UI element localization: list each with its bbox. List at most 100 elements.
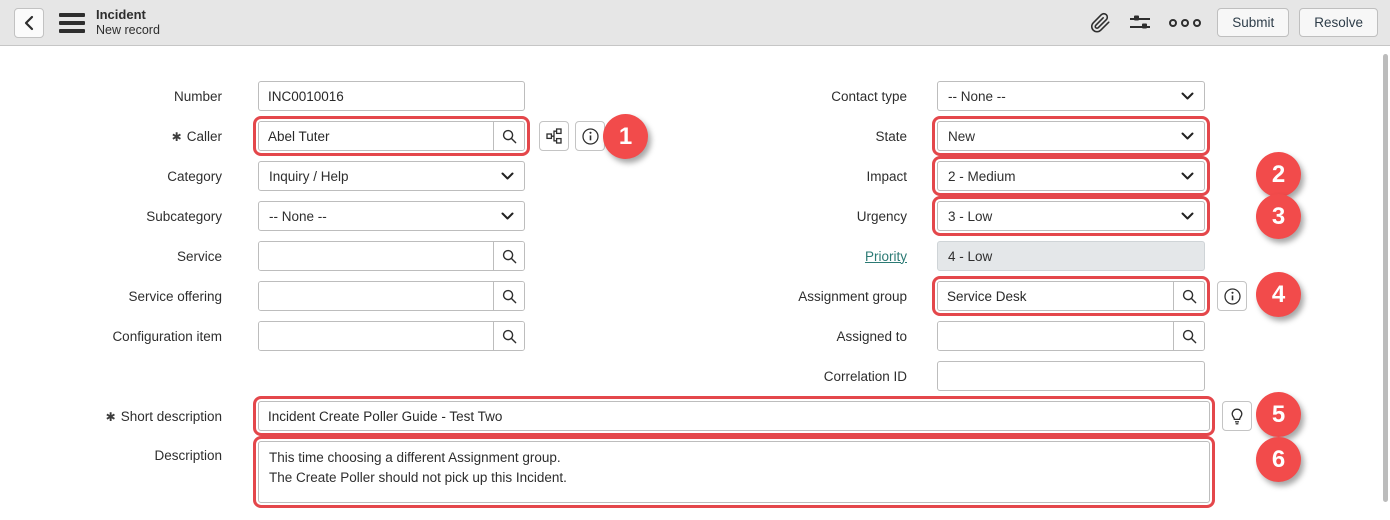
service-offering-reference-field [258,281,525,311]
service-offering-lookup-button[interactable] [493,282,524,310]
assigned-to-input[interactable] [938,322,1173,350]
service-label: Service [0,249,222,264]
contact-type-label: Contact type [700,89,907,104]
personalize-form-sliders-icon[interactable] [1127,12,1153,34]
search-icon [501,128,518,145]
assigned-to-label: Assigned to [700,329,907,344]
urgency-select[interactable]: 3 - Low [937,201,1205,231]
service-reference-field [258,241,525,271]
caller-label: Caller [187,129,222,144]
context-menu-icon[interactable] [59,13,85,33]
assignment-group-lookup-button[interactable] [1173,282,1204,310]
short-description-label: Short description [121,409,222,424]
callout-4: 4 [1256,272,1301,317]
service-input[interactable] [259,242,493,270]
field-row-state: State New [700,121,1247,151]
callout-2: 2 [1256,152,1301,197]
contact-type-select[interactable]: -- None -- [937,81,1205,111]
field-row-subcategory: Subcategory -- None -- [0,201,605,231]
caller-reference-field [258,121,525,151]
search-icon [501,328,518,345]
subcategory-label: Subcategory [0,209,222,224]
show-related-records-button[interactable] [539,121,569,151]
category-select[interactable]: Inquiry / Help [258,161,525,191]
record-title-block: Incident New record [96,7,160,38]
field-row-configuration-item: Configuration item [0,321,605,351]
chevron-down-icon [1181,212,1194,221]
chevron-down-icon [501,212,514,221]
field-row-contact-type: Contact type -- None -- [700,81,1247,111]
priority-readonly-field: 4 - Low [937,241,1205,271]
configuration-item-lookup-button[interactable] [493,322,524,350]
field-row-number: Number [0,81,605,111]
suggestion-button[interactable] [1222,401,1252,431]
attachment-paperclip-icon[interactable] [1090,12,1111,34]
correlation-id-input[interactable] [937,361,1205,391]
field-row-priority: Priority 4 - Low [700,241,1247,271]
short-description-input[interactable] [258,401,1210,431]
more-options-icon[interactable] [1169,19,1201,27]
state-label: State [700,129,907,144]
callout-6: 6 [1256,437,1301,482]
number-label: Number [0,89,222,104]
field-row-assignment-group: Assignment group [700,281,1247,311]
field-row-assigned-to: Assigned to [700,321,1247,351]
impact-label: Impact [700,169,907,184]
required-marker: ✱ [172,130,182,144]
field-row-short-description: ✱ Short description [0,401,1252,431]
caller-lookup-button[interactable] [493,122,524,150]
callout-3: 3 [1256,194,1301,239]
search-icon [1181,328,1198,345]
field-row-correlation-id: Correlation ID [700,361,1247,391]
caller-input[interactable] [259,122,493,150]
urgency-label: Urgency [700,209,907,224]
service-offering-input[interactable] [259,282,493,310]
submit-button[interactable]: Submit [1217,8,1289,37]
number-input[interactable] [258,81,525,111]
configuration-item-input[interactable] [259,322,493,350]
search-icon [501,288,518,305]
search-icon [1181,288,1198,305]
info-icon [581,127,600,146]
chevron-down-icon [1181,172,1194,181]
vertical-scrollbar[interactable] [1383,54,1388,502]
resolve-button[interactable]: Resolve [1299,8,1378,37]
configuration-item-label: Configuration item [0,329,222,344]
field-row-category: Category Inquiry / Help [0,161,605,191]
chevron-down-icon [501,172,514,181]
callout-1: 1 [603,114,648,159]
callout-5: 5 [1256,392,1301,437]
assignment-group-input[interactable] [938,282,1173,310]
page-subtitle: New record [96,23,160,38]
service-offering-label: Service offering [0,289,222,304]
assigned-to-lookup-button[interactable] [1173,322,1204,350]
form-header: Incident New record Submit Resolve [0,0,1390,46]
correlation-id-label: Correlation ID [700,369,907,384]
chevron-left-icon [23,15,35,31]
caller-preview-button[interactable] [575,121,605,151]
assignment-group-preview-button[interactable] [1217,281,1247,311]
field-row-impact: Impact 2 - Medium [700,161,1247,191]
assignment-group-label: Assignment group [700,289,907,304]
info-icon [1223,287,1242,306]
field-row-description: Description This time choosing a differe… [0,441,1252,503]
field-row-service: Service [0,241,605,271]
assignment-group-reference-field [937,281,1205,311]
field-row-urgency: Urgency 3 - Low [700,201,1247,231]
priority-link[interactable]: Priority [865,249,907,264]
hierarchy-icon [545,127,563,145]
category-label: Category [0,169,222,184]
page-title: Incident [96,7,160,23]
required-marker: ✱ [106,410,116,424]
search-icon [501,248,518,265]
service-lookup-button[interactable] [493,242,524,270]
back-button[interactable] [14,8,44,38]
description-label: Description [0,441,222,463]
subcategory-select[interactable]: -- None -- [258,201,525,231]
chevron-down-icon [1181,132,1194,141]
state-select[interactable]: New [937,121,1205,151]
field-row-service-offering: Service offering [0,281,605,311]
description-textarea[interactable]: This time choosing a different Assignmen… [258,441,1210,503]
impact-select[interactable]: 2 - Medium [937,161,1205,191]
lightbulb-icon [1228,407,1246,426]
